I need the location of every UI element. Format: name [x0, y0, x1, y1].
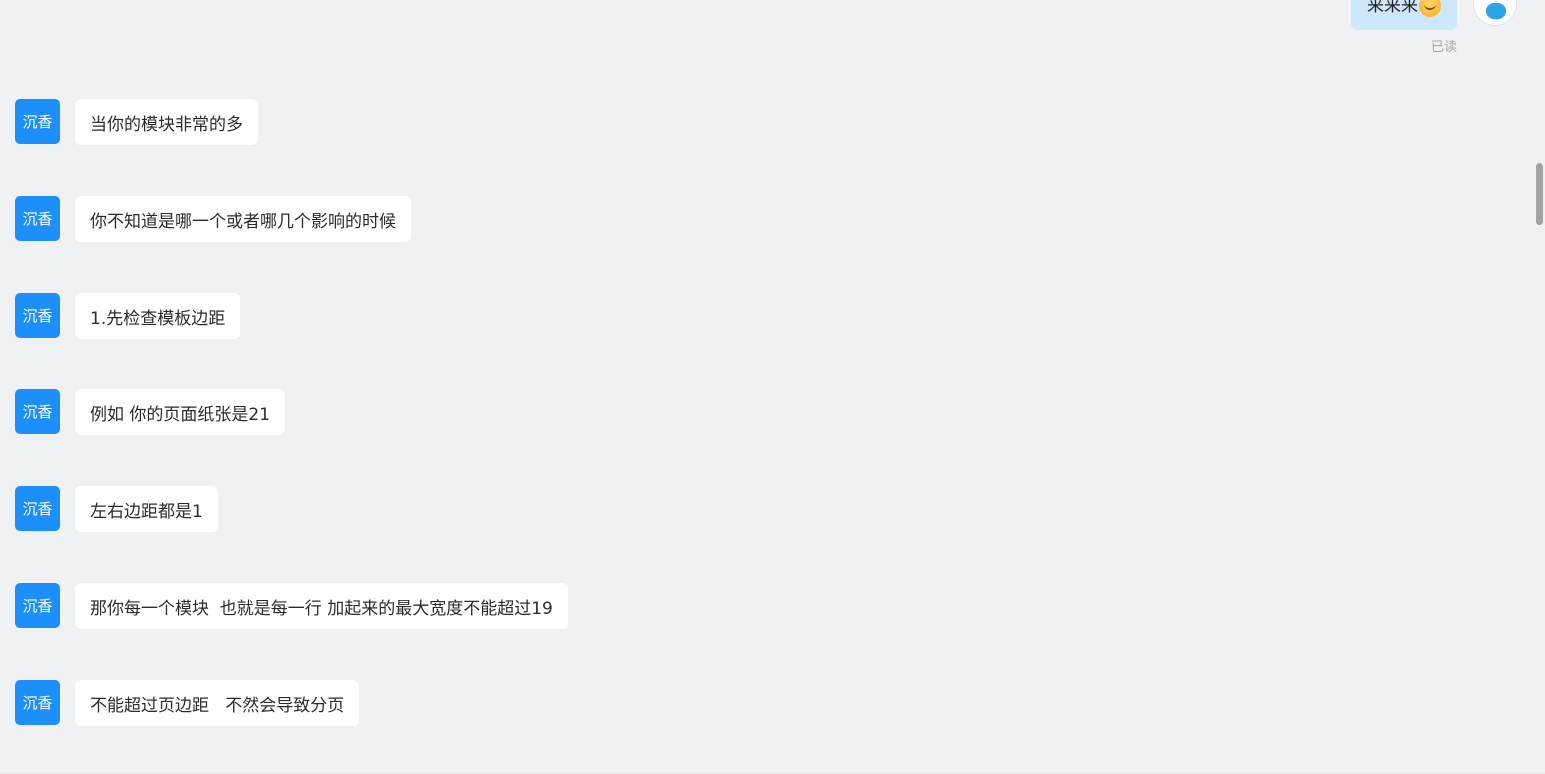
message-bubble[interactable]: 左右边距都是1 — [75, 486, 218, 532]
sender-avatar[interactable]: 沉香 — [15, 196, 60, 241]
incoming-message: 沉香 不能超过页边距 不然会导致分页 — [15, 680, 360, 726]
read-status: 已读 — [1430, 40, 1457, 55]
message-bubble[interactable]: 你不知道是哪一个或者哪几个影响的时候 — [75, 196, 411, 242]
incoming-message: 沉香 例如 你的页面纸张是21 — [15, 389, 286, 435]
incoming-message: 沉香 那你每一个模块 也就是每一行 加起来的最大宽度不能超过19 — [15, 583, 568, 629]
avatar-graphic-figure — [1486, 3, 1506, 19]
scrollbar-thumb[interactable] — [1536, 163, 1543, 225]
my-avatar[interactable] — [1473, 0, 1517, 26]
incoming-message: 沉香 当你的模块非常的多 — [15, 99, 258, 145]
outgoing-message-body: 来来来 已读 — [1351, 0, 1457, 55]
chat-message-list[interactable]: 来来来 已读 沉香 当你的模块非常的多 沉香 你不知道是哪一个或者哪几个影响的时… — [0, 0, 1545, 774]
outgoing-message-bubble[interactable]: 来来来 — [1351, 0, 1457, 30]
sender-avatar[interactable]: 沉香 — [15, 486, 60, 531]
sender-avatar[interactable]: 沉香 — [15, 293, 60, 338]
sender-avatar[interactable]: 沉香 — [15, 583, 60, 628]
incoming-message: 沉香 左右边距都是1 — [15, 486, 218, 532]
sender-avatar[interactable]: 沉香 — [15, 680, 60, 725]
outgoing-message-text: 来来来 — [1367, 0, 1418, 16]
outgoing-message: 来来来 已读 — [1351, 0, 1517, 55]
incoming-message: 沉香 1.先检查模板边距 — [15, 293, 241, 339]
sender-avatar[interactable]: 沉香 — [15, 99, 60, 144]
incoming-message: 沉香 你不知道是哪一个或者哪几个影响的时候 — [15, 196, 411, 242]
scrollbar[interactable] — [1531, 0, 1545, 774]
message-bubble[interactable]: 1.先检查模板边距 — [75, 293, 241, 339]
message-bubble[interactable]: 不能超过页边距 不然会导致分页 — [75, 680, 360, 726]
message-bubble[interactable]: 那你每一个模块 也就是每一行 加起来的最大宽度不能超过19 — [75, 583, 568, 629]
message-bubble[interactable]: 当你的模块非常的多 — [75, 99, 258, 145]
sender-avatar[interactable]: 沉香 — [15, 389, 60, 434]
smiling-face-emoji-icon — [1419, 0, 1441, 17]
message-bubble[interactable]: 例如 你的页面纸张是21 — [75, 389, 286, 435]
